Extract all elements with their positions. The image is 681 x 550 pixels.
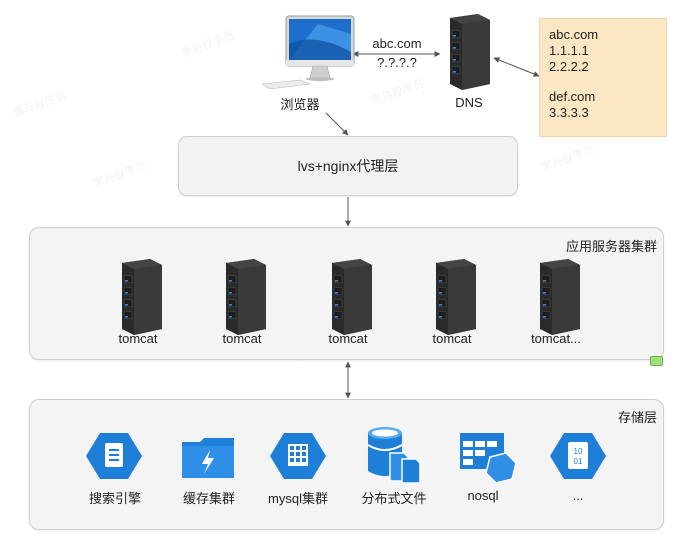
dns-records-note: abc.com 1.1.1.1 2.2.2.2 def.com 3.3.3.3 [539, 18, 667, 137]
server-label: tomcat [222, 331, 262, 346]
nosql-icon [460, 433, 517, 483]
browser-node: 浏览器 [260, 14, 360, 114]
dns-record: 3.3.3.3 [549, 105, 589, 120]
server-icon [450, 14, 490, 90]
imac-icon [261, 15, 355, 90]
storage-label: nosql [467, 488, 499, 503]
cache-cluster-icon [182, 438, 234, 478]
server-label: tomcat [118, 331, 158, 346]
dns-label: DNS [455, 95, 483, 110]
binary-storage-icon: 10 01 [550, 433, 606, 479]
proxy-layer-label: lvs+nginx代理层 [297, 158, 399, 174]
distributed-file-icon [367, 427, 421, 483]
server-icon [218, 259, 270, 340]
dns-record: 2.2.2.2 [549, 59, 589, 74]
server-icon [114, 259, 166, 340]
browser-label: 浏览器 [280, 97, 320, 112]
link-domain-label: abc.com [372, 36, 422, 51]
server-label: tomcat... [531, 331, 581, 346]
link-ip-label: ?.?.?.? [377, 55, 417, 70]
dns-record: def.com [549, 89, 596, 104]
search-engine-icon [86, 433, 142, 479]
svg-text:01: 01 [574, 457, 583, 466]
browser-proxy-link [325, 112, 349, 136]
dns-record: abc.com [549, 27, 599, 42]
server-label: tomcat [328, 331, 368, 346]
server-label: tomcat [432, 331, 472, 346]
server-icon [324, 259, 376, 340]
toggle-indicator [650, 356, 663, 366]
storage-label: ... [572, 488, 584, 503]
svg-text:10: 10 [574, 447, 583, 456]
mysql-cluster-icon [270, 433, 326, 479]
dns-node: DNS [440, 14, 498, 114]
storage-label: 缓存集群 [182, 491, 235, 506]
server-icon [428, 259, 480, 340]
app-cluster-title: 应用服务器集群 [565, 239, 657, 254]
dns-record: 1.1.1.1 [549, 43, 589, 58]
storage-label: 搜索引擎 [88, 491, 141, 506]
storage-layer-title: 存储层 [617, 410, 657, 425]
server-icon [532, 259, 584, 340]
dns-records-link [493, 57, 540, 77]
storage-label: 分布式文件 [361, 491, 427, 506]
storage-label: mysql集群 [268, 491, 328, 506]
